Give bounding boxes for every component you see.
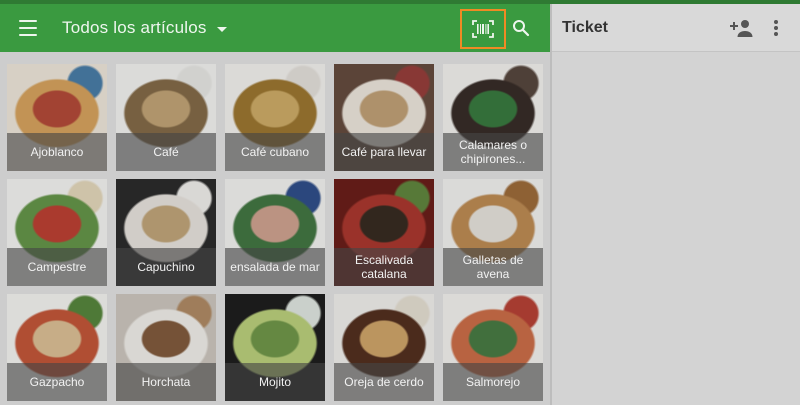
- item-tile[interactable]: Mojito: [225, 294, 325, 401]
- ticket-title: Ticket: [562, 19, 608, 36]
- item-caption: Gazpacho: [7, 363, 107, 401]
- item-caption: Café cubano: [225, 133, 325, 171]
- items-panel: Todos los artículos Ajoblanco Café Café cu…: [0, 4, 550, 405]
- dropdown-caret-icon: [216, 26, 227, 32]
- item-tile[interactable]: Campestre: [7, 179, 107, 286]
- item-label: Oreja de cerdo: [344, 375, 424, 389]
- item-caption: ensalada de mar: [225, 248, 325, 286]
- item-caption: Galletas de avena: [443, 248, 543, 286]
- item-caption: Oreja de cerdo: [334, 363, 434, 401]
- item-caption: Horchata: [116, 363, 216, 401]
- item-label: Mojito: [258, 375, 291, 389]
- category-selector[interactable]: Todos los artículos: [62, 16, 227, 40]
- item-tile[interactable]: Oreja de cerdo: [334, 294, 434, 401]
- item-label: Salmorejo: [465, 375, 521, 389]
- app-bar: Todos los artículos: [0, 4, 550, 52]
- item-label: Café cubano: [240, 145, 310, 159]
- item-label: Café para llevar: [341, 145, 427, 159]
- item-label: ensalada de mar: [230, 260, 320, 274]
- item-label: Galletas de avena: [462, 253, 524, 281]
- items-grid: Ajoblanco Café Café cubano Café para llevar…: [0, 52, 550, 405]
- item-label: Capuchino: [137, 260, 195, 274]
- item-caption: Café: [116, 133, 216, 171]
- item-tile[interactable]: Ajoblanco: [7, 64, 107, 171]
- item-tile[interactable]: Galletas de avena: [443, 179, 543, 286]
- item-tile[interactable]: Café: [116, 64, 216, 171]
- category-label: Todos los artículos: [62, 18, 207, 37]
- search-icon: [513, 20, 530, 37]
- add-customer-button[interactable]: [728, 17, 754, 39]
- search-button[interactable]: [509, 16, 533, 40]
- item-tile[interactable]: Calamares o chipirones...: [443, 64, 543, 171]
- barcode-scanner-button[interactable]: [460, 9, 506, 49]
- item-caption: Campestre: [7, 248, 107, 286]
- item-caption: Calamares o chipirones...: [443, 133, 543, 171]
- item-tile[interactable]: ensalada de mar: [225, 179, 325, 286]
- ticket-header: Ticket: [552, 4, 800, 52]
- item-label: Ajoblanco: [30, 145, 84, 159]
- item-tile[interactable]: Gazpacho: [7, 294, 107, 401]
- item-tile[interactable]: Horchata: [116, 294, 216, 401]
- barcode-scanner-icon: [472, 20, 494, 38]
- item-caption: Café para llevar: [334, 133, 434, 171]
- item-label: Horchata: [141, 375, 191, 389]
- item-tile[interactable]: Capuchino: [116, 179, 216, 286]
- item-label: Café: [153, 145, 179, 159]
- item-caption: Escalivada catalana: [334, 248, 434, 286]
- item-tile[interactable]: Escalivada catalana: [334, 179, 434, 286]
- add-customer-icon: [730, 20, 753, 37]
- more-vert-icon[interactable]: [768, 18, 784, 38]
- item-caption: Ajoblanco: [7, 133, 107, 171]
- item-label: Escalivada catalana: [354, 253, 414, 281]
- item-label: Gazpacho: [29, 375, 85, 389]
- item-caption: Salmorejo: [443, 363, 543, 401]
- item-tile[interactable]: Café cubano: [225, 64, 325, 171]
- item-label: Calamares o chipirones...: [458, 138, 528, 166]
- item-caption: Capuchino: [116, 248, 216, 286]
- ticket-panel: Ticket: [552, 4, 800, 405]
- item-tile[interactable]: Café para llevar: [334, 64, 434, 171]
- item-label: Campestre: [27, 260, 87, 274]
- item-tile[interactable]: Salmorejo: [443, 294, 543, 401]
- menu-icon[interactable]: [16, 18, 40, 38]
- item-caption: Mojito: [225, 363, 325, 401]
